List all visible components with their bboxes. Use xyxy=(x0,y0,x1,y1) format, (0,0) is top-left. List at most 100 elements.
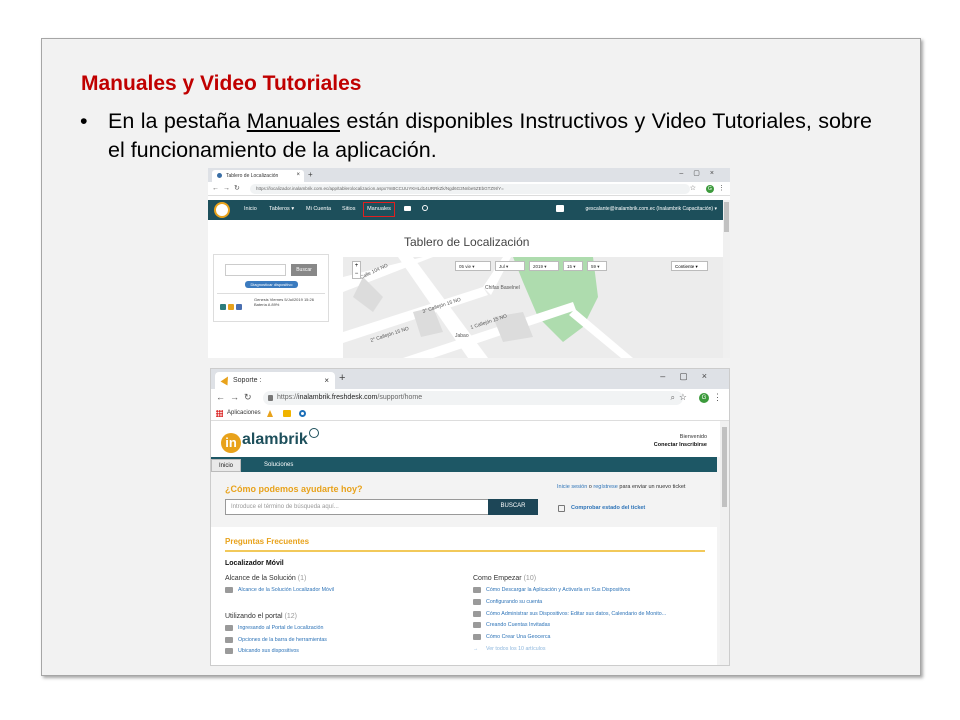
faq-section-title[interactable]: Utilizando el portal (12) xyxy=(225,613,465,620)
article-title[interactable]: Creando Cuentas Invitadas xyxy=(486,622,550,628)
search-icon[interactable]: ⌕ xyxy=(671,393,675,403)
faq-section-title[interactable]: Como Empezar (10) xyxy=(473,575,713,582)
faq-heading: Preguntas Frecuentes xyxy=(225,537,310,546)
month-select[interactable]: Jul ▾ xyxy=(495,261,525,271)
search-button[interactable]: Buscar xyxy=(291,264,317,276)
article-title[interactable]: Cómo Descargar la Aplicación y Activarla… xyxy=(486,587,630,593)
close-icon[interactable]: × xyxy=(324,376,329,385)
support-page: in alambrik Bienvenido Conectar Inscribir… xyxy=(211,421,721,665)
zoom-in-button[interactable]: + xyxy=(353,262,360,270)
map[interactable]: Calle 104 NO 3° Callejón 15 NO 2° Callej… xyxy=(343,257,723,358)
youtube-icon[interactable] xyxy=(404,206,411,211)
plus-icon[interactable]: + xyxy=(339,372,345,384)
profile-icon[interactable]: G xyxy=(706,185,714,193)
folder-bookmark-icon[interactable] xyxy=(283,410,291,417)
nav-item-tableros[interactable]: Tableros ▾ xyxy=(269,206,294,212)
tab-inicio[interactable]: Inicio xyxy=(211,459,242,472)
faq-article-link[interactable]: Cómo Descargar la Aplicación y Activarla… xyxy=(473,587,713,599)
nav-item-manuales-highlighted[interactable]: Manuales xyxy=(363,202,395,217)
article-title[interactable]: Cómo Crear Una Geocerca xyxy=(486,634,550,640)
menu-icon[interactable]: ⋮ xyxy=(713,392,722,403)
bullet-text: En la pestaña Manuales están disponibles… xyxy=(108,107,872,165)
hour-select[interactable]: 15 ▾ xyxy=(563,261,583,271)
menu-icon[interactable]: ⋮ xyxy=(718,184,725,192)
see-all-label[interactable]: Ver todos los 10 artículos xyxy=(486,646,545,652)
article-title[interactable]: Configurando su cuenta xyxy=(486,599,542,605)
day-select[interactable]: 05 vie ▾ xyxy=(455,261,491,271)
login-link[interactable]: Inicie sesión xyxy=(557,484,587,490)
headset-icon[interactable] xyxy=(422,205,428,211)
nav-item-sitios[interactable]: Sitios xyxy=(342,206,355,212)
logo-text: alambrik xyxy=(242,431,308,448)
search-button[interactable]: BUSCAR xyxy=(488,499,538,515)
browser-tab[interactable]: Soporte : × xyxy=(215,372,335,389)
zoom-control[interactable]: + − xyxy=(352,261,361,279)
section-count: (10) xyxy=(523,575,537,582)
faq-article-link[interactable]: Configurando su cuenta xyxy=(473,598,713,611)
faq-article-link[interactable]: Cómo Administrar sus Dispositivos: Edita… xyxy=(473,610,713,623)
register-link[interactable]: Inscribirse xyxy=(679,442,707,448)
faq-article-link[interactable]: Alcance de la Solución Localizador Móvil xyxy=(225,587,465,599)
section-title-text[interactable]: Utilizando el portal xyxy=(225,613,283,620)
profile-icon[interactable]: G xyxy=(699,393,709,403)
check-ticket-link[interactable]: Comprobar estado del ticket xyxy=(558,505,645,512)
login-prompt: Inicie sesión o regístrese para enviar u… xyxy=(557,483,697,492)
window-controls[interactable]: –▢× xyxy=(660,371,721,382)
scrollbar[interactable] xyxy=(723,200,730,358)
plus-icon[interactable]: + xyxy=(308,170,313,179)
section-title-text[interactable]: Como Empezar xyxy=(473,575,522,582)
faq-article-link[interactable]: Ingresando al Portal de Localización xyxy=(225,624,465,637)
url-field[interactable]: https://localizador.inalambrik.com.ec/ap… xyxy=(250,184,690,194)
article-title[interactable]: Ingresando al Portal de Localización xyxy=(238,625,323,631)
faq-column-left: Alcance de la Solución (1) Alcance de la… xyxy=(225,575,465,660)
window-controls[interactable]: –▢× xyxy=(679,169,724,177)
scroll-thumb[interactable] xyxy=(724,202,729,232)
article-title[interactable]: Ubicando sus dispositivos xyxy=(238,648,299,654)
faq-section-title[interactable]: Alcance de la Solución (1) xyxy=(225,575,465,582)
article-title[interactable]: Opciones de la barra de herramientas xyxy=(238,637,327,643)
minute-select[interactable]: 59 ▾ xyxy=(587,261,607,271)
bookmarks-bar: Aplicaciones xyxy=(211,407,729,421)
apps-icon[interactable] xyxy=(216,410,223,417)
chat-icon[interactable] xyxy=(556,205,564,212)
year-select[interactable]: 2019 ▾ xyxy=(529,261,559,271)
scroll-thumb[interactable] xyxy=(722,427,727,507)
scrollbar[interactable] xyxy=(720,421,729,665)
nav-item-inicio[interactable]: Inicio xyxy=(244,206,257,212)
close-icon[interactable]: × xyxy=(296,172,300,178)
search-input[interactable]: Introduce el término de búsqueda aquí... xyxy=(225,499,489,515)
nav-arrows-icon[interactable]: ←→↻ xyxy=(216,392,257,403)
map-type-select[interactable]: Contiente ▾ xyxy=(671,261,708,271)
register-link[interactable]: regístrese xyxy=(593,484,617,490)
article-title[interactable]: Alcance de la Solución Localizador Móvil xyxy=(238,587,334,593)
faq-article-link[interactable]: Creando Cuentas Invitadas xyxy=(473,622,713,634)
eye-icon[interactable] xyxy=(220,304,226,310)
diagnose-button[interactable]: Diagnosticar dispositivo xyxy=(245,281,298,288)
bookmark-apps[interactable]: Aplicaciones xyxy=(227,410,261,416)
url-field[interactable]: https://inalambrik.freshdesk.com/support… xyxy=(263,391,683,405)
app-logo[interactable] xyxy=(214,202,230,218)
device-search-input[interactable] xyxy=(225,264,286,276)
star-icon[interactable]: ☆ xyxy=(690,184,696,192)
nav-item-mi-cuenta[interactable]: Mi Cuenta xyxy=(306,206,331,212)
freshdesk-bookmark-icon[interactable] xyxy=(267,410,273,417)
zoom-out-button[interactable]: − xyxy=(353,270,360,278)
freshdesk-favicon-icon xyxy=(220,374,232,386)
book-icon xyxy=(473,610,481,617)
faq-article-link[interactable]: Cómo Crear Una Geocerca xyxy=(473,634,713,646)
faq-article-link[interactable]: Opciones de la barra de herramientas xyxy=(225,636,465,649)
inalambrik-logo[interactable]: in alambrik xyxy=(221,428,319,453)
article-title[interactable]: Cómo Administrar sus Dispositivos: Edita… xyxy=(486,611,666,617)
faq-article-link[interactable]: Ubicando sus dispositivos xyxy=(225,648,465,660)
see-all-articles-link[interactable]: → Ver todos los 10 artículos xyxy=(473,646,713,658)
tab-soluciones[interactable]: Soluciones xyxy=(257,459,300,472)
bullet-text-link: Manuales xyxy=(246,109,340,133)
section-title-text[interactable]: Alcance de la Solución xyxy=(225,575,296,582)
site-bookmark-icon[interactable] xyxy=(299,410,306,417)
star-icon[interactable]: ☆ xyxy=(679,392,687,403)
browser-tab[interactable]: Tablero de Localización × xyxy=(212,170,304,182)
connect-link[interactable]: Conectar xyxy=(654,442,678,448)
user-menu[interactable]: gescalante@inalambrik.com.ec (Inalambrik… xyxy=(585,206,717,212)
nav-arrows-icon[interactable]: ←→↻ xyxy=(212,184,244,192)
favicon-icon xyxy=(217,173,222,178)
